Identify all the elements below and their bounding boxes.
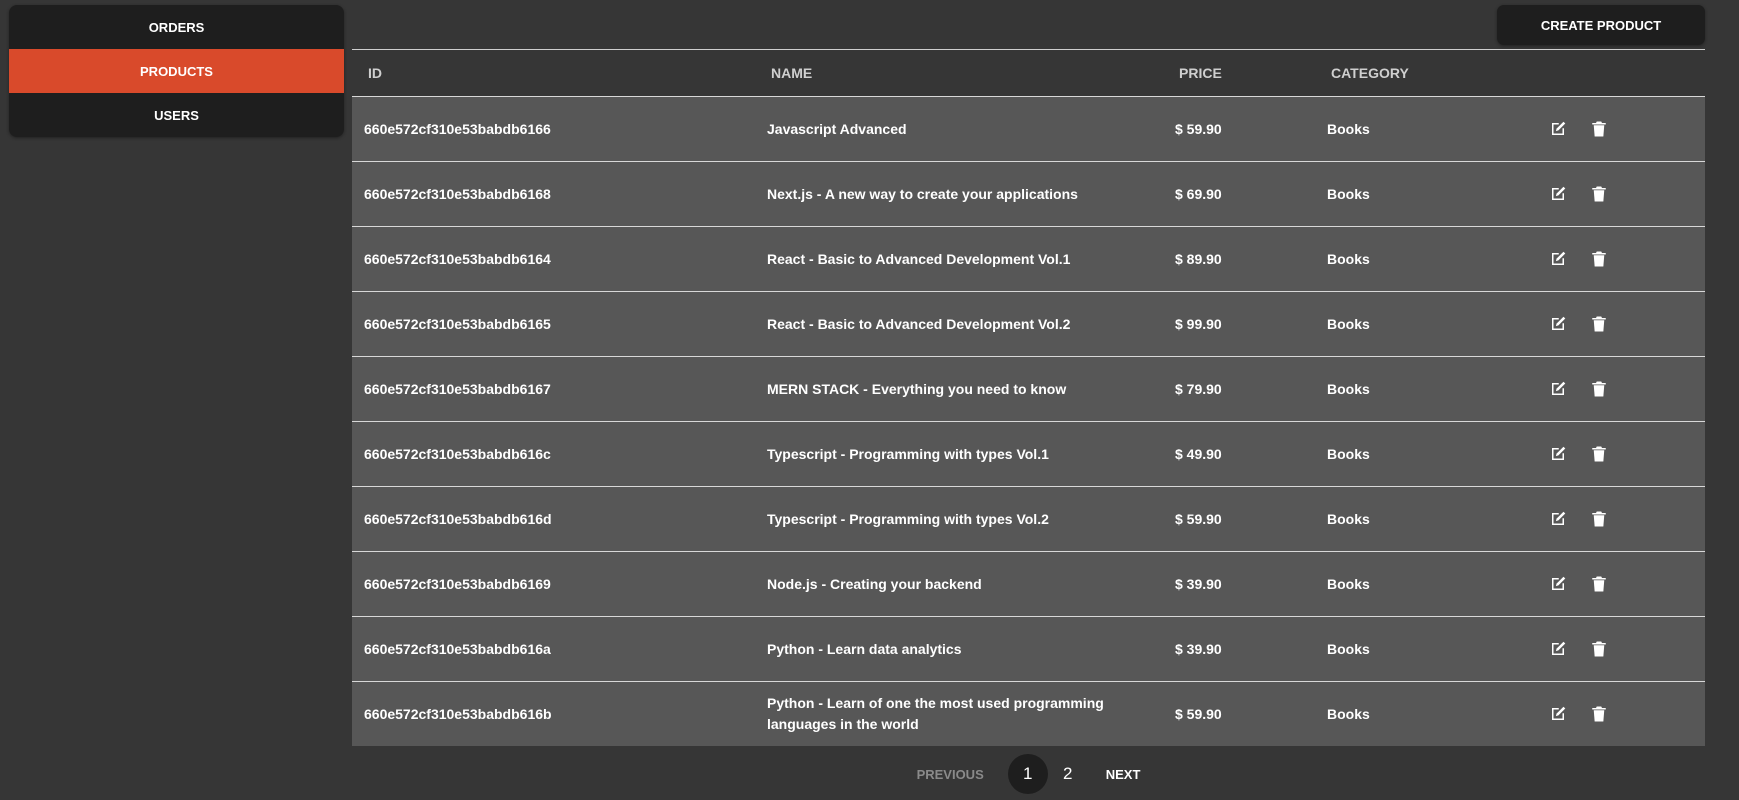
cell-id: 660e572cf310e53babdb616a xyxy=(364,641,551,657)
cell-price: $ 39.90 xyxy=(1175,641,1222,657)
page-2-button[interactable]: 2 xyxy=(1048,754,1088,794)
cell-category: Books xyxy=(1327,316,1370,332)
cell-name: React - Basic to Advanced Development Vo… xyxy=(767,250,1071,267)
cell-actions xyxy=(1549,640,1705,658)
cell-actions xyxy=(1549,380,1705,398)
cell-id: 660e572cf310e53babdb616d xyxy=(364,511,552,527)
cell-id: 660e572cf310e53babdb6164 xyxy=(364,251,551,267)
next-button[interactable]: NEXT xyxy=(1106,767,1141,782)
cell-actions xyxy=(1549,575,1705,593)
trash-icon[interactable] xyxy=(1590,250,1608,268)
edit-icon[interactable] xyxy=(1549,185,1567,203)
table-row: 660e572cf310e53babdb6166 Javascript Advan… xyxy=(352,96,1705,161)
table-header: ID NAME PRICE CATEGORY xyxy=(352,49,1705,96)
create-product-button[interactable]: CREATE PRODUCT xyxy=(1497,5,1705,45)
cell-name: Python - Learn data analytics xyxy=(767,640,962,657)
edit-icon[interactable] xyxy=(1549,380,1567,398)
edit-icon[interactable] xyxy=(1549,250,1567,268)
header-id: ID xyxy=(368,65,382,81)
cell-category: Books xyxy=(1327,186,1370,202)
cell-name: Python - Learn of one the most used prog… xyxy=(767,695,1104,732)
cell-category: Books xyxy=(1327,706,1370,722)
products-table: ID NAME PRICE CATEGORY 660e572cf310e53ba… xyxy=(352,49,1705,746)
cell-actions xyxy=(1549,120,1705,138)
edit-icon[interactable] xyxy=(1549,705,1567,723)
trash-icon[interactable] xyxy=(1590,120,1608,138)
table-body: 660e572cf310e53babdb6166 Javascript Advan… xyxy=(352,96,1705,746)
cell-actions xyxy=(1549,250,1705,268)
cell-price: $ 39.90 xyxy=(1175,576,1222,592)
sidebar: ORDERS PRODUCTS USERS xyxy=(9,5,344,137)
cell-actions xyxy=(1549,185,1705,203)
trash-icon[interactable] xyxy=(1590,510,1608,528)
cell-actions xyxy=(1549,510,1705,528)
table-row: 660e572cf310e53babdb6169 Node.js - Creati… xyxy=(352,551,1705,616)
trash-icon[interactable] xyxy=(1590,315,1608,333)
table-row: 660e572cf310e53babdb616a Python - Learn d… xyxy=(352,616,1705,681)
cell-category: Books xyxy=(1327,121,1370,137)
cell-id: 660e572cf310e53babdb616b xyxy=(364,706,552,722)
cell-name: Typescript - Programming with types Vol.… xyxy=(767,445,1049,462)
edit-icon[interactable] xyxy=(1549,315,1567,333)
trash-icon[interactable] xyxy=(1590,705,1608,723)
header-category: CATEGORY xyxy=(1331,65,1409,81)
trash-icon[interactable] xyxy=(1590,640,1608,658)
cell-id: 660e572cf310e53babdb616c xyxy=(364,446,551,462)
cell-name: React - Basic to Advanced Development Vo… xyxy=(767,315,1071,332)
cell-id: 660e572cf310e53babdb6168 xyxy=(364,186,551,202)
page-1-button[interactable]: 1 xyxy=(1007,754,1048,794)
trash-icon[interactable] xyxy=(1590,185,1608,203)
edit-icon[interactable] xyxy=(1549,120,1567,138)
cell-category: Books xyxy=(1327,576,1370,592)
sidebar-item-products[interactable]: PRODUCTS xyxy=(9,49,344,93)
cell-category: Books xyxy=(1327,446,1370,462)
cell-id: 660e572cf310e53babdb6165 xyxy=(364,316,551,332)
pagination: PREVIOUS 1 2 NEXT xyxy=(352,748,1705,800)
header-price: PRICE xyxy=(1179,65,1222,81)
cell-id: 660e572cf310e53babdb6169 xyxy=(364,576,551,592)
table-row: 660e572cf310e53babdb616d Typescript - Pro… xyxy=(352,486,1705,551)
cell-name: Node.js - Creating your backend xyxy=(767,575,982,592)
cell-price: $ 59.90 xyxy=(1175,121,1222,137)
sidebar-item-orders[interactable]: ORDERS xyxy=(9,5,344,49)
cell-actions xyxy=(1549,705,1705,723)
sidebar-item-users[interactable]: USERS xyxy=(9,93,344,137)
cell-price: $ 59.90 xyxy=(1175,511,1222,527)
table-row: 660e572cf310e53babdb616c Typescript - Pro… xyxy=(352,421,1705,486)
cell-price: $ 79.90 xyxy=(1175,381,1222,397)
table-row: 660e572cf310e53babdb6168 Next.js - A new … xyxy=(352,161,1705,226)
table-row: 660e572cf310e53babdb6164 React - Basic to… xyxy=(352,226,1705,291)
cell-price: $ 69.90 xyxy=(1175,186,1222,202)
edit-icon[interactable] xyxy=(1549,445,1567,463)
trash-icon[interactable] xyxy=(1590,445,1608,463)
edit-icon[interactable] xyxy=(1549,575,1567,593)
cell-name: Typescript - Programming with types Vol.… xyxy=(767,510,1049,527)
trash-icon[interactable] xyxy=(1590,575,1608,593)
cell-id: 660e572cf310e53babdb6166 xyxy=(364,121,551,137)
cell-price: $ 49.90 xyxy=(1175,446,1222,462)
table-row: 660e572cf310e53babdb616b Python - Learn o… xyxy=(352,681,1705,746)
cell-category: Books xyxy=(1327,511,1370,527)
cell-actions xyxy=(1549,445,1705,463)
cell-price: $ 89.90 xyxy=(1175,251,1222,267)
cell-category: Books xyxy=(1327,381,1370,397)
cell-price: $ 59.90 xyxy=(1175,706,1222,722)
table-row: 660e572cf310e53babdb6165 React - Basic to… xyxy=(352,291,1705,356)
cell-category: Books xyxy=(1327,641,1370,657)
cell-name: MERN STACK - Everything you need to know xyxy=(767,380,1067,397)
cell-price: $ 99.90 xyxy=(1175,316,1222,332)
cell-category: Books xyxy=(1327,251,1370,267)
edit-icon[interactable] xyxy=(1549,510,1567,528)
table-row: 660e572cf310e53babdb6167 MERN STACK - Eve… xyxy=(352,356,1705,421)
cell-id: 660e572cf310e53babdb6167 xyxy=(364,381,551,397)
trash-icon[interactable] xyxy=(1590,380,1608,398)
cell-name: Javascript Advanced xyxy=(767,120,907,137)
cell-actions xyxy=(1549,315,1705,333)
header-name: NAME xyxy=(771,64,813,81)
previous-button[interactable]: PREVIOUS xyxy=(917,767,984,782)
cell-name: Next.js - A new way to create your appli… xyxy=(767,185,1078,202)
edit-icon[interactable] xyxy=(1549,640,1567,658)
